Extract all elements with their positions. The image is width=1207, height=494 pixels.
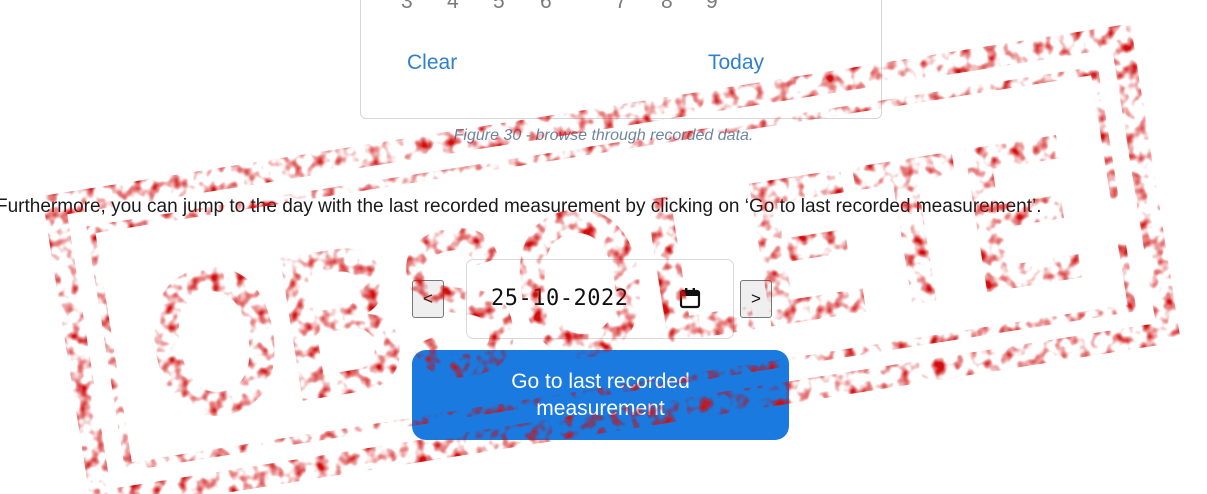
calendar-week-row: 3 4 5 6 7 8 9 [361, 0, 801, 20]
date-value: 25-10-2022 [491, 286, 629, 311]
previous-day-button[interactable]: < [412, 280, 444, 318]
calendar-icon[interactable] [679, 287, 701, 309]
calendar-day[interactable]: 9 [706, 0, 718, 14]
calendar-day[interactable]: 6 [540, 0, 552, 14]
go-to-last-measurement-button[interactable]: Go to last recorded measurement [412, 350, 789, 440]
calendar-day[interactable]: 7 [615, 0, 627, 14]
calendar-today-button[interactable]: Today [708, 51, 764, 75]
calendar-day[interactable]: 3 [401, 0, 413, 14]
calendar-day[interactable]: 4 [447, 0, 459, 14]
calendar-day[interactable]: 5 [493, 0, 505, 14]
calendar-day[interactable]: 8 [661, 0, 673, 14]
date-input[interactable]: 25-10-2022 [466, 259, 734, 339]
go-button-label: Go to last recorded measurement [511, 370, 690, 420]
body-paragraph: Furthermore, you can jump to the day wit… [0, 196, 1042, 217]
calendar-clear-button[interactable]: Clear [407, 51, 457, 75]
calendar-popup: 3 4 5 6 7 8 9 Clear Today [360, 0, 882, 119]
figure-caption: Figure 30 - browse through recorded data… [453, 127, 754, 144]
next-day-button[interactable]: > [740, 280, 772, 318]
